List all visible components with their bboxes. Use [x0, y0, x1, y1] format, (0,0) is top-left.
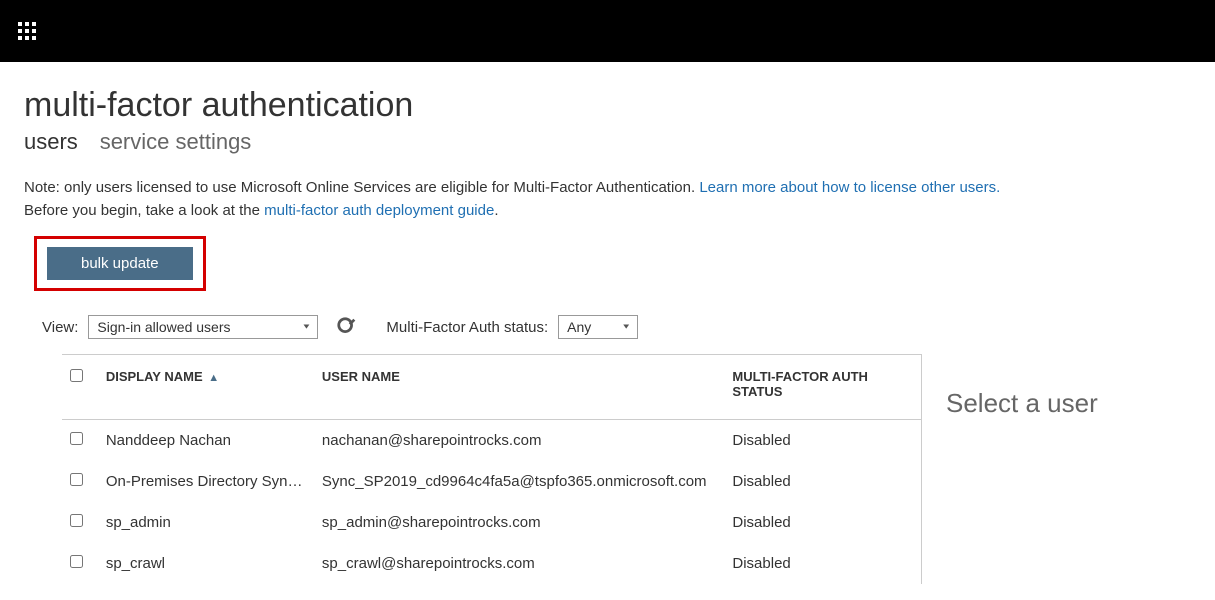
display-name-header-label: DISPLAY NAME [106, 369, 203, 384]
select-all-checkbox[interactable] [70, 369, 83, 382]
status-label: Multi-Factor Auth status: [386, 319, 548, 336]
tabs: users service settings [24, 129, 1191, 155]
app-launcher-icon[interactable] [18, 22, 36, 40]
status-cell: Disabled [724, 420, 921, 462]
row-checkbox-cell [62, 502, 98, 543]
display-name-cell: Nanddeep Nachan [98, 420, 314, 462]
table-row[interactable]: sp_adminsp_admin@sharepointrocks.comDisa… [62, 502, 921, 543]
user-name-cell: nachanan@sharepointrocks.com [314, 420, 724, 462]
row-checkbox[interactable] [70, 555, 83, 568]
row-checkbox-cell [62, 543, 98, 584]
table-row[interactable]: sp_crawlsp_crawl@sharepointrocks.comDisa… [62, 543, 921, 584]
page-content: multi-factor authentication users servic… [0, 62, 1215, 584]
display-name-header[interactable]: DISPLAY NAME ▲ [98, 355, 314, 420]
details-pane: Select a user [921, 354, 1191, 584]
table-row[interactable]: On-Premises Directory SynchronizationSyn… [62, 461, 921, 502]
users-table: DISPLAY NAME ▲ USER NAME MULTI-FACTOR AU… [62, 354, 921, 584]
bulk-update-highlight: bulk update [34, 236, 206, 291]
details-title: Select a user [946, 388, 1191, 419]
filters-row: View: Sign-in allowed users Multi-Factor… [42, 315, 1191, 339]
status-cell: Disabled [724, 543, 921, 584]
view-select[interactable]: Sign-in allowed users [88, 315, 318, 339]
note-line2-suffix: . [494, 202, 498, 219]
top-bar [0, 0, 1215, 62]
status-cell: Disabled [724, 461, 921, 502]
user-name-cell: sp_admin@sharepointrocks.com [314, 502, 724, 543]
row-checkbox[interactable] [70, 514, 83, 527]
tab-users[interactable]: users [24, 129, 78, 155]
status-select-value: Any [567, 319, 591, 335]
user-name-cell: Sync_SP2019_cd9964c4fa5a@tspfo365.onmicr… [314, 461, 724, 502]
search-icon[interactable] [336, 316, 358, 338]
display-name-cell: sp_admin [98, 502, 314, 543]
license-link[interactable]: Learn more about how to license other us… [699, 179, 1000, 196]
user-name-cell: sp_crawl@sharepointrocks.com [314, 543, 724, 584]
row-checkbox[interactable] [70, 473, 83, 486]
status-cell: Disabled [724, 502, 921, 543]
table-row[interactable]: Nanddeep Nachannachanan@sharepointrocks.… [62, 420, 921, 462]
view-select-value: Sign-in allowed users [97, 319, 230, 335]
row-checkbox[interactable] [70, 432, 83, 445]
row-checkbox-cell [62, 420, 98, 462]
tab-service-settings[interactable]: service settings [100, 129, 252, 155]
note-line2-prefix: Before you begin, take a look at the [24, 202, 264, 219]
bulk-update-button[interactable]: bulk update [47, 247, 193, 280]
page-title: multi-factor authentication [24, 86, 1191, 125]
sort-ascending-icon: ▲ [208, 372, 219, 384]
note-text: Note: only users licensed to use Microso… [24, 177, 1191, 222]
select-all-header [62, 355, 98, 420]
user-name-header[interactable]: USER NAME [314, 355, 724, 420]
display-name-cell: On-Premises Directory Synchronization [98, 461, 314, 502]
display-name-cell: sp_crawl [98, 543, 314, 584]
users-list-pane: DISPLAY NAME ▲ USER NAME MULTI-FACTOR AU… [24, 354, 921, 584]
main-area: DISPLAY NAME ▲ USER NAME MULTI-FACTOR AU… [24, 353, 1191, 584]
note-prefix: Note: only users licensed to use Microso… [24, 179, 699, 196]
deployment-guide-link[interactable]: multi-factor auth deployment guide [264, 202, 494, 219]
view-label: View: [42, 319, 78, 336]
row-checkbox-cell [62, 461, 98, 502]
status-select[interactable]: Any [558, 315, 638, 339]
mfa-status-header[interactable]: MULTI-FACTOR AUTH STATUS [724, 355, 921, 420]
